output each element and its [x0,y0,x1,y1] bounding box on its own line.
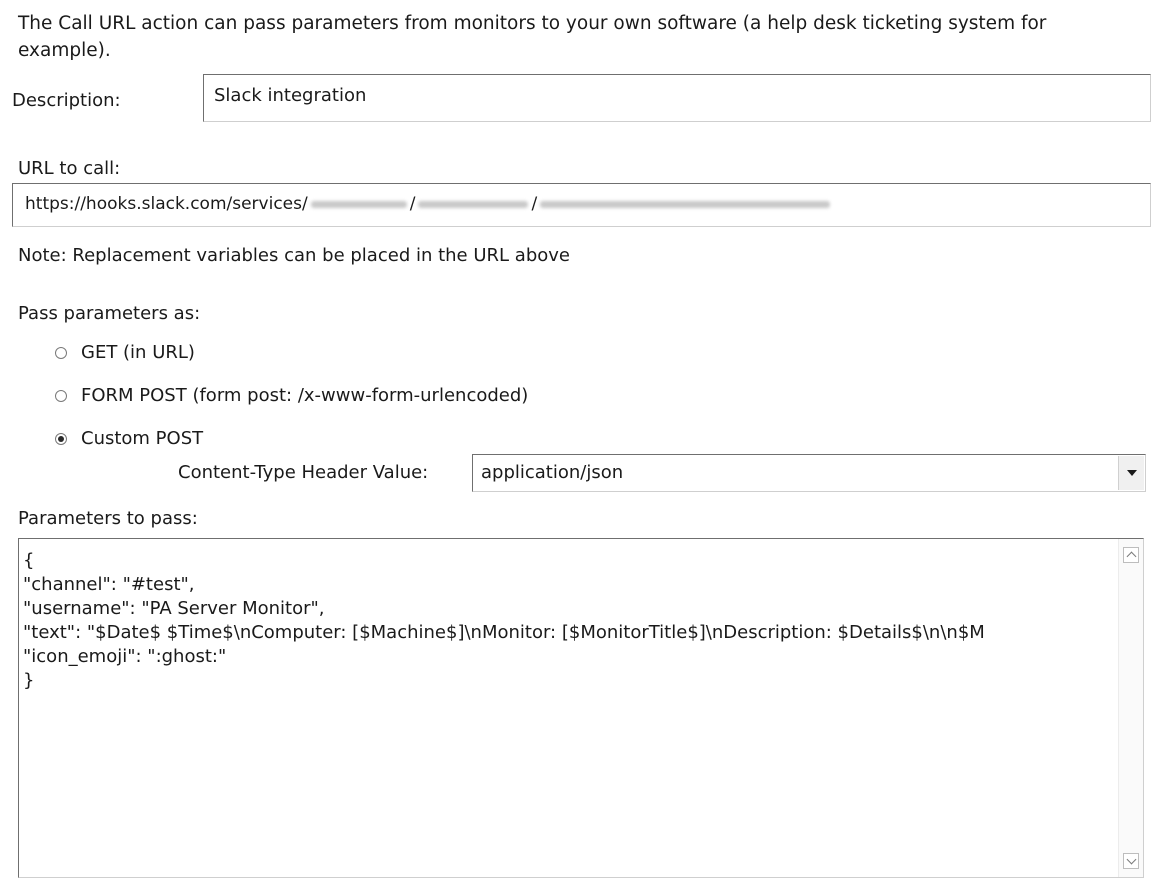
code-line: { [23,550,35,571]
url-separator: / [531,194,538,214]
code-line: "text": "$Date$ $Time$\nComputer: [$Mach… [23,622,985,643]
url-note: Note: Replacement variables can be place… [18,245,570,266]
parameters-textarea[interactable]: { "channel": "#test", "username": "PA Se… [18,538,1144,878]
description-label: Description: [12,90,121,111]
description-field[interactable]: Slack integration [203,74,1151,122]
url-separator: / [409,194,416,214]
radio-custom-post-label: Custom POST [81,428,204,449]
radio-get[interactable]: GET (in URL) [55,342,195,363]
vertical-scrollbar[interactable] [1118,539,1143,877]
code-line: "username": "PA Server Monitor", [23,598,325,619]
code-line: } [23,670,35,691]
radio-custom-post[interactable]: Custom POST [55,428,203,449]
content-type-select[interactable]: application/json [472,454,1146,492]
parameters-label: Parameters to pass: [18,508,198,529]
radio-get-label: GET (in URL) [81,342,195,363]
radio-button-icon[interactable] [55,389,67,402]
content-type-label: Content-Type Header Value: [178,462,429,483]
url-label: URL to call: [18,158,121,179]
radio-button-icon[interactable] [55,346,67,359]
url-value: https://hooks.slack.com/services/ / / [25,194,833,214]
radio-form-post[interactable]: FORM POST (form post: /x-www-form-urlenc… [55,385,528,406]
intro-text: The Call URL action can pass parameters … [18,13,1047,61]
code-line: "channel": "#test", [23,574,195,595]
scroll-down-icon[interactable] [1123,853,1139,869]
redacted-segment [310,200,407,208]
radio-form-post-label: FORM POST (form post: /x-www-form-urlenc… [81,385,529,406]
code-line: "icon_emoji": ":ghost:" [23,646,227,667]
pass-params-label: Pass parameters as: [18,303,201,324]
radio-button-icon[interactable] [55,432,67,445]
redacted-segment [540,200,831,208]
description-value: Slack integration [214,85,367,106]
chevron-down-icon [1126,470,1137,476]
redacted-segment [418,200,529,208]
content-type-value: application/json [481,462,624,483]
url-prefix: https://hooks.slack.com/services/ [25,194,308,214]
url-field[interactable]: https://hooks.slack.com/services/ / / [12,183,1151,227]
parameters-content: { "channel": "#test", "username": "PA Se… [23,549,985,693]
dropdown-button[interactable] [1118,456,1144,490]
scroll-up-icon[interactable] [1123,547,1139,563]
